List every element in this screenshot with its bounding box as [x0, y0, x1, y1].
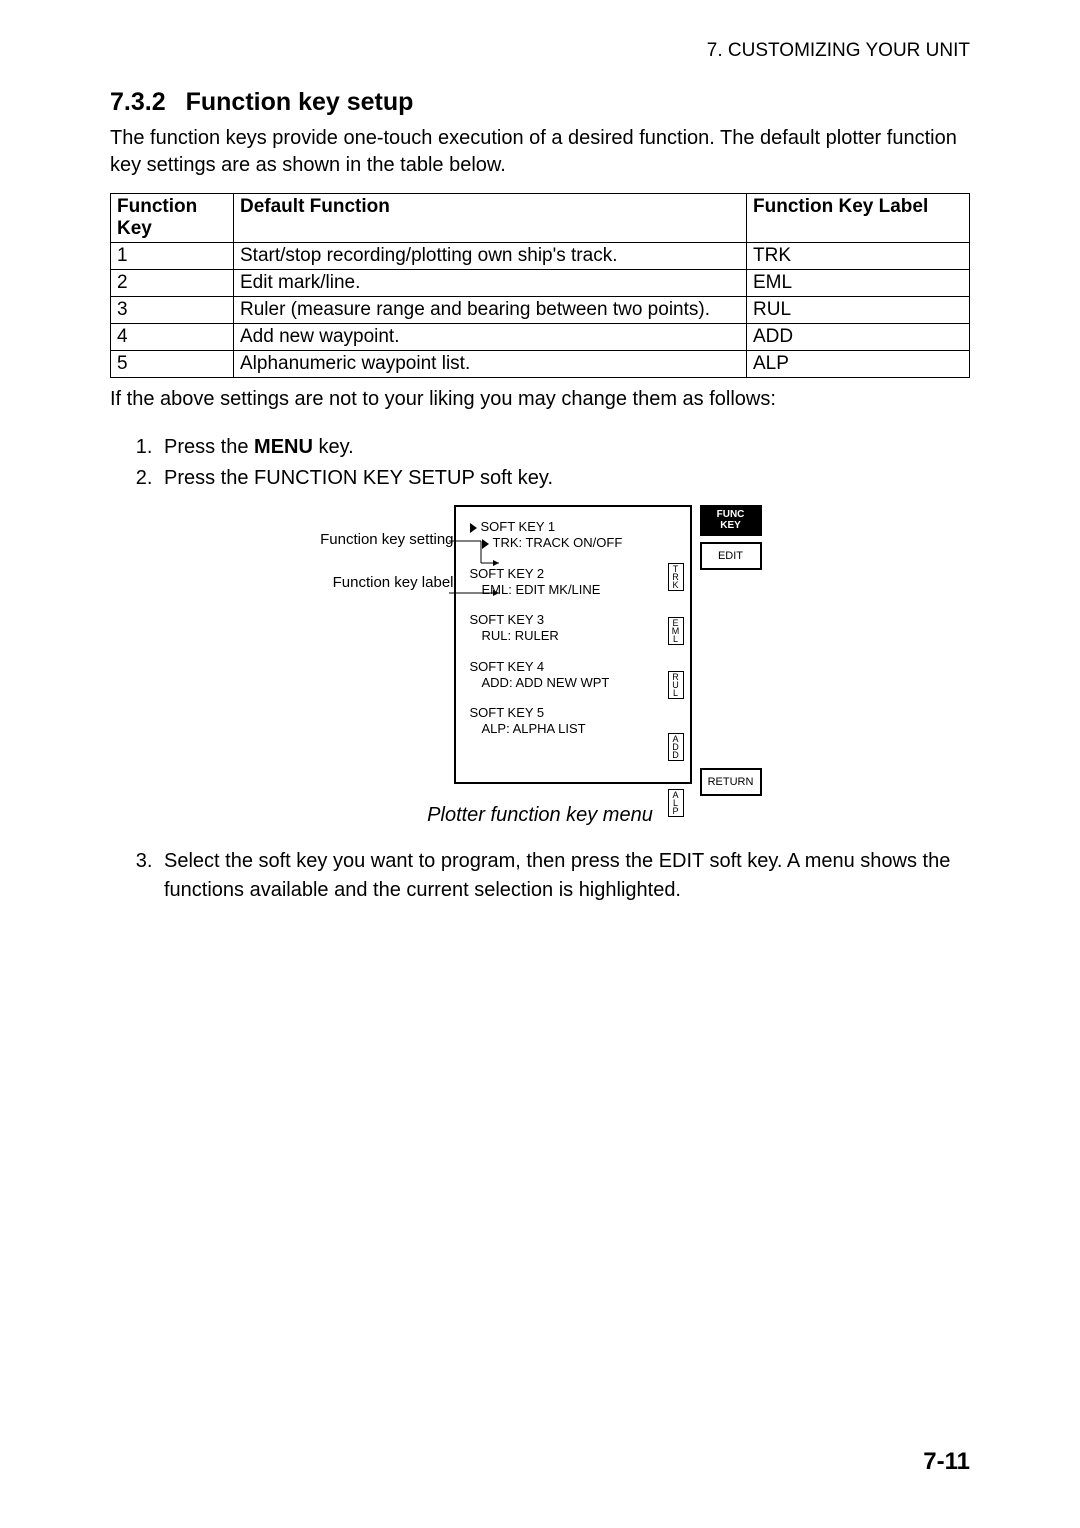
page: 7. CUSTOMIZING YOUR UNIT 7.3.2 Function …	[0, 0, 1080, 1528]
step-text: Press the FUNCTION KEY SETUP soft key.	[164, 467, 553, 489]
cell-key: 5	[111, 351, 234, 378]
page-number: 7-11	[923, 1448, 970, 1476]
intro-paragraph: The function keys provide one-touch exec…	[110, 125, 970, 179]
steps-list: Press the MENU key. Press the FUNCTION K…	[110, 433, 970, 493]
callout-setting: Function key setting	[319, 531, 454, 550]
softkey-value: ADD: ADD NEW WPT	[470, 675, 680, 691]
table-header-row: Function Key Default Function Function K…	[111, 194, 970, 243]
side-buttons: FUNC KEY EDIT RETURN	[700, 505, 762, 796]
softkey-badge: TRK	[668, 563, 684, 591]
cell-fn: Ruler (measure range and bearing between…	[234, 297, 747, 324]
figure-wrapper: Function key setting Function key label …	[110, 505, 970, 796]
softkey-badge: RUL	[668, 671, 684, 699]
cell-fn: Start/stop recording/plotting own ship's…	[234, 243, 747, 270]
screen-panel: SOFT KEY 1 TRK: TRACK ON/OFF TRK SOFT KE…	[454, 505, 692, 784]
table-row: 2 Edit mark/line. EML	[111, 270, 970, 297]
step-text: key.	[313, 436, 354, 458]
func-key-badge: FUNC KEY	[700, 505, 762, 536]
table-row: 5 Alphanumeric waypoint list. ALP	[111, 351, 970, 378]
softkey-value: TRK: TRACK ON/OFF	[470, 535, 680, 551]
figure-callouts: Function key setting Function key label	[319, 505, 454, 593]
softkey-badge: ADD	[668, 733, 684, 761]
cursor-arrow-icon	[470, 523, 477, 533]
cell-key: 3	[111, 297, 234, 324]
arrow-icon	[482, 539, 489, 549]
softkey-value: ALP: ALPHA LIST	[470, 721, 680, 737]
section-title: Function key setup	[186, 88, 414, 117]
softkey-value: EML: EDIT MK/LINE	[470, 582, 680, 598]
after-table-paragraph: If the above settings are not to your li…	[110, 386, 970, 413]
function-key-table: Function Key Default Function Function K…	[110, 193, 970, 378]
th-fn-label: Function Key Label	[747, 194, 970, 243]
steps-list-continued: Select the soft key you want to program,…	[110, 847, 970, 905]
cell-label: ALP	[747, 351, 970, 378]
softkey-badge: EML	[668, 617, 684, 645]
step-text: Select the soft key you want to program,…	[164, 850, 950, 901]
softkey-value: RUL: RULER	[470, 628, 680, 644]
softkey-title: SOFT KEY 1	[470, 519, 680, 535]
table-row: 1 Start/stop recording/plotting own ship…	[111, 243, 970, 270]
cell-label: ADD	[747, 324, 970, 351]
running-head: 7. CUSTOMIZING YOUR UNIT	[110, 40, 970, 62]
step-item: Select the soft key you want to program,…	[158, 847, 970, 905]
cell-fn: Alphanumeric waypoint list.	[234, 351, 747, 378]
step-text: Press the	[164, 436, 254, 458]
th-function-key: Function Key	[111, 194, 234, 243]
softkey-badge: ALP	[668, 789, 684, 817]
table-row: 4 Add new waypoint. ADD	[111, 324, 970, 351]
cell-fn: Edit mark/line.	[234, 270, 747, 297]
section-number: 7.3.2	[110, 88, 166, 117]
th-default-fn: Default Function	[234, 194, 747, 243]
softkey-title: SOFT KEY 4	[470, 659, 680, 675]
edit-softkey: EDIT	[700, 542, 762, 570]
cell-key: 2	[111, 270, 234, 297]
cell-label: RUL	[747, 297, 970, 324]
return-softkey: RETURN	[700, 768, 762, 796]
cell-key: 1	[111, 243, 234, 270]
step-bold: MENU	[254, 436, 313, 458]
figure: Function key setting Function key label …	[319, 505, 762, 796]
softkey-title: SOFT KEY 5	[470, 705, 680, 721]
step-item: Press the MENU key.	[158, 433, 970, 462]
cell-fn: Add new waypoint.	[234, 324, 747, 351]
step-item: Press the FUNCTION KEY SETUP soft key.	[158, 464, 970, 493]
table-row: 3 Ruler (measure range and bearing betwe…	[111, 297, 970, 324]
softkey-title: SOFT KEY 2	[470, 566, 680, 582]
cell-label: EML	[747, 270, 970, 297]
softkey-label: SOFT KEY 1	[481, 519, 556, 534]
figure-caption: Plotter function key menu	[110, 804, 970, 827]
callout-label: Function key label	[319, 574, 454, 593]
cell-key: 4	[111, 324, 234, 351]
softkey-title: SOFT KEY 3	[470, 612, 680, 628]
cell-label: TRK	[747, 243, 970, 270]
section-heading: 7.3.2 Function key setup	[110, 88, 970, 117]
